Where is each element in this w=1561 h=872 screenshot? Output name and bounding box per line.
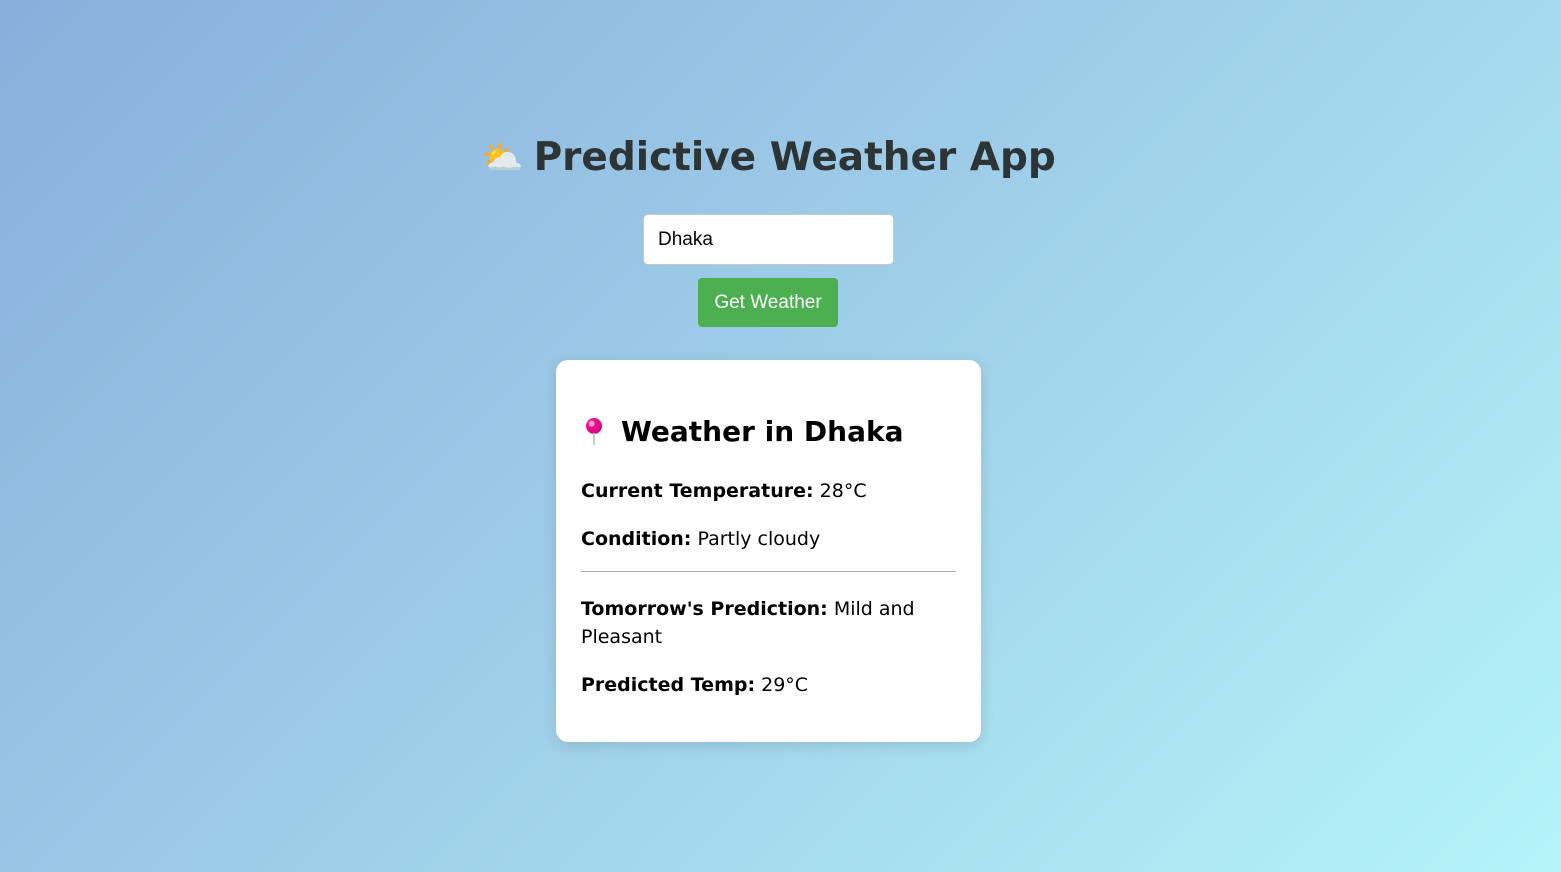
result-title-text: Weather in Dhaka [621,415,904,448]
current-temperature: Current Temperature: 28°C [581,477,956,505]
sun-behind-cloud-icon: ⛅ [481,138,524,178]
tomorrow-prediction: Tomorrow's Prediction: Mild and Pleasant [581,595,956,651]
predicted-temp: Predicted Temp: 29°C [581,671,956,699]
condition-label: Condition: [581,528,692,550]
city-input[interactable] [643,214,894,265]
round-pushpin-icon [581,415,605,449]
condition-value: Partly cloudy [697,528,821,550]
tomorrow-prediction-label: Tomorrow's Prediction: [581,598,828,620]
predicted-temp-value: 29°C [761,674,809,696]
condition: Condition: Partly cloudy [581,525,956,553]
page-title: ⛅ Predictive Weather App [0,134,1537,182]
page-title-text: Predictive Weather App [533,135,1056,180]
app-root: ⛅ Predictive Weather App Get Weather Wea… [0,0,1561,872]
predicted-temp-label: Predicted Temp: [581,674,756,696]
current-temperature-value: 28°C [819,480,867,502]
weather-result-card: Weather in Dhaka Current Temperature: 28… [556,360,981,742]
current-temperature-label: Current Temperature: [581,480,814,502]
get-weather-button[interactable]: Get Weather [698,278,838,327]
result-title: Weather in Dhaka [581,412,904,452]
divider [581,571,956,572]
